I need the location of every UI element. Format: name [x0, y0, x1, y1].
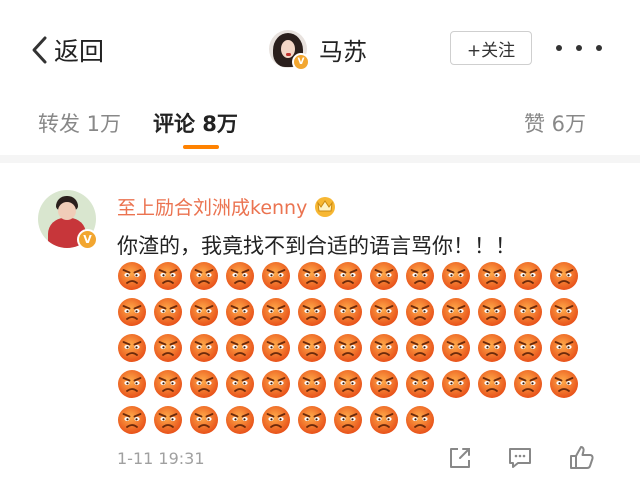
angry-emoji [333, 297, 363, 327]
angry-emoji [405, 261, 435, 291]
angry-emoji [261, 369, 291, 399]
share-button[interactable] [445, 443, 475, 473]
angry-emoji [225, 369, 255, 399]
angry-emoji [333, 333, 363, 363]
angry-emoji [153, 333, 183, 363]
more-options-button[interactable] [556, 36, 602, 60]
share-icon [450, 448, 470, 468]
commenter-name-link[interactable]: 至上励合刘洲成kenny [117, 193, 337, 219]
active-tab-indicator [183, 145, 219, 149]
angry-emoji [333, 369, 363, 399]
angry-emoji [513, 369, 543, 399]
angry-emoji [189, 369, 219, 399]
angry-emoji [189, 333, 219, 363]
tab-bar: 转发 1万 评论 8万 赞 6万 [0, 96, 640, 156]
angry-emoji [189, 297, 219, 327]
tab-likes[interactable]: 赞 6万 [524, 108, 586, 138]
crown-badge-icon [315, 197, 336, 217]
angry-emoji [153, 297, 183, 327]
section-divider [0, 155, 640, 163]
verified-v-icon: V [292, 53, 310, 71]
follow-button[interactable]: +关注 [450, 31, 532, 65]
angry-emoji [189, 405, 219, 435]
comment-text: 你渣的，我竟找不到合适的语言骂你！！！ [117, 234, 516, 258]
angry-emoji [297, 405, 327, 435]
angry-emoji [117, 369, 147, 399]
angry-emoji [513, 333, 543, 363]
dot-icon [576, 45, 582, 51]
angry-emoji [333, 405, 363, 435]
angry-emoji [441, 261, 471, 291]
profile-name: 马苏 [319, 37, 367, 66]
angry-emoji [297, 333, 327, 363]
angry-emoji [261, 261, 291, 291]
angry-emoji [405, 405, 435, 435]
emoji-grid [117, 261, 585, 441]
angry-emoji [441, 297, 471, 327]
angry-emoji [225, 333, 255, 363]
angry-emoji [261, 333, 291, 363]
angry-emoji [513, 297, 543, 327]
angry-emoji [513, 261, 543, 291]
angry-emoji [477, 297, 507, 327]
thumbs-up-icon [570, 446, 594, 469]
angry-emoji [225, 405, 255, 435]
angry-emoji [405, 369, 435, 399]
dot-icon [556, 45, 562, 51]
chevron-left-icon [32, 36, 47, 64]
angry-emoji [369, 369, 399, 399]
angry-emoji [153, 261, 183, 291]
profile-header[interactable]: V 马苏 [269, 28, 367, 71]
like-button[interactable] [567, 443, 597, 473]
angry-emoji [405, 333, 435, 363]
angry-emoji [225, 297, 255, 327]
top-nav-bar: 返回 V 马苏 +关注 [0, 0, 640, 96]
angry-emoji [441, 369, 471, 399]
angry-emoji [117, 405, 147, 435]
angry-emoji [153, 405, 183, 435]
angry-emoji [549, 261, 579, 291]
angry-emoji [261, 297, 291, 327]
angry-emoji [477, 261, 507, 291]
avatar[interactable]: V [269, 30, 310, 71]
angry-emoji [441, 333, 471, 363]
tab-comments[interactable]: 评论 8万 [153, 108, 238, 138]
angry-emoji [369, 261, 399, 291]
angry-emoji [369, 297, 399, 327]
angry-emoji [549, 369, 579, 399]
back-label: 返回 [54, 37, 105, 66]
comment-icon [509, 448, 531, 468]
angry-emoji [333, 261, 363, 291]
angry-emoji [189, 261, 219, 291]
commenter-avatar[interactable]: V [38, 190, 98, 250]
angry-emoji [369, 405, 399, 435]
commenter-name: 至上励合刘洲成kenny [117, 196, 308, 219]
angry-emoji [297, 369, 327, 399]
comment-footer: 1-11 19:31 [0, 440, 640, 480]
angry-emoji [297, 261, 327, 291]
angry-emoji [117, 333, 147, 363]
angry-emoji [117, 297, 147, 327]
angry-emoji [225, 261, 255, 291]
back-button[interactable]: 返回 [30, 30, 104, 70]
angry-emoji [549, 297, 579, 327]
angry-emoji [477, 369, 507, 399]
angry-emoji [549, 333, 579, 363]
angry-emoji [261, 405, 291, 435]
angry-emoji [297, 297, 327, 327]
angry-emoji [477, 333, 507, 363]
angry-emoji [405, 297, 435, 327]
dot-icon [596, 45, 602, 51]
comment-timestamp: 1-11 19:31 [117, 449, 205, 468]
reply-button[interactable] [505, 443, 535, 473]
tab-reposts[interactable]: 转发 1万 [38, 108, 121, 138]
angry-emoji [153, 369, 183, 399]
angry-emoji [117, 261, 147, 291]
verified-v-icon: V [77, 229, 98, 250]
angry-emoji [369, 333, 399, 363]
